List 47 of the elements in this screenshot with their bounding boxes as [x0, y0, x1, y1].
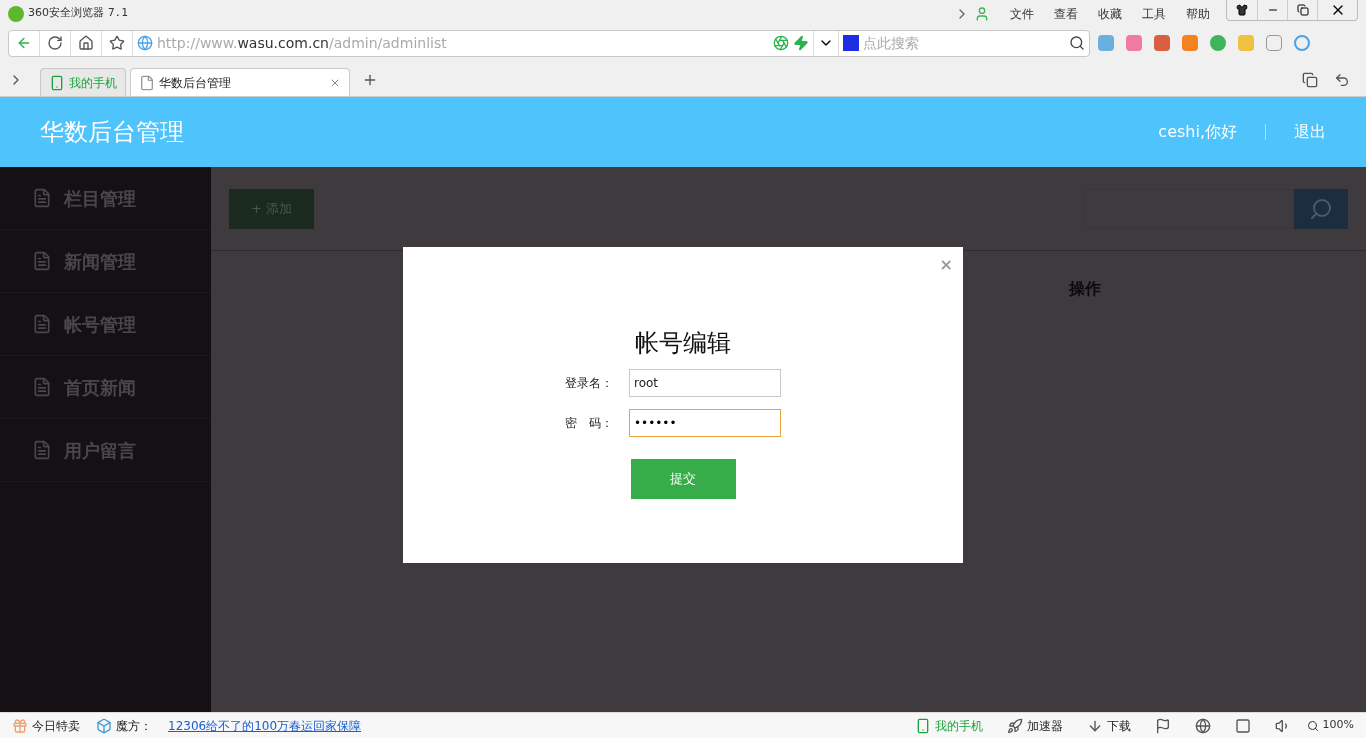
greeting-text: ceshi,你好	[1158, 121, 1237, 143]
window-icon[interactable]	[1234, 717, 1251, 734]
status-item[interactable]: 今日特卖	[12, 716, 80, 735]
document-icon	[32, 314, 52, 334]
document-icon	[32, 440, 52, 460]
document-icon	[32, 188, 52, 208]
zoom-icon	[1306, 719, 1319, 732]
input-field[interactable]: ••••••	[629, 409, 781, 437]
browser-version: 7.1	[108, 5, 128, 22]
new-tab-icon[interactable]	[362, 72, 378, 88]
globe-icon[interactable]	[1194, 717, 1211, 734]
menu-item[interactable]: 帮助	[1178, 4, 1218, 23]
search-field[interactable]	[1084, 188, 1294, 229]
document-icon	[32, 251, 52, 271]
menu-item[interactable]: 工具	[1134, 4, 1174, 23]
gift-icon	[12, 717, 28, 734]
shirt-icon	[1236, 4, 1248, 16]
input-field[interactable]: root	[629, 369, 781, 397]
tab-label: 华数后台管理	[159, 74, 232, 92]
user-icon[interactable]	[974, 5, 990, 22]
dialog-title: 帐号编辑	[635, 328, 731, 359]
status-item[interactable]: 加速器	[1006, 716, 1063, 735]
search-button[interactable]	[1294, 188, 1348, 229]
menu-item[interactable]: 文件	[1002, 4, 1042, 23]
status-item[interactable]: 魔方：	[96, 716, 152, 735]
flag-icon[interactable]	[1154, 717, 1171, 734]
page-icon	[139, 74, 155, 91]
search-icon	[1309, 196, 1333, 221]
rocket-icon	[1006, 717, 1023, 734]
restore-icon	[1296, 4, 1309, 16]
field-label: 密 码：	[565, 415, 614, 432]
undo-icon[interactable]	[1334, 72, 1350, 88]
menu-item[interactable]: 查看	[1046, 4, 1086, 23]
browser-logo-icon	[8, 5, 24, 22]
field-label: 登录名：	[565, 375, 614, 392]
cube-icon	[96, 717, 112, 734]
document-icon	[32, 377, 52, 397]
window-title: 360安全浏览器	[28, 5, 104, 22]
browser-tab[interactable]: 华数后台管理	[130, 68, 350, 96]
menu-item[interactable]: 收藏	[1090, 4, 1130, 23]
tab-label: 我的手机	[69, 74, 117, 92]
promo-link[interactable]: 12306给不了的100万春运回家保障	[168, 716, 362, 735]
site-title: 华数后台管理	[40, 117, 185, 148]
status-item[interactable]: 下载	[1086, 716, 1131, 735]
zoom-button[interactable]: 100%	[1306, 717, 1354, 734]
tab-list-icon[interactable]	[1302, 72, 1318, 88]
phone-icon	[49, 74, 65, 91]
